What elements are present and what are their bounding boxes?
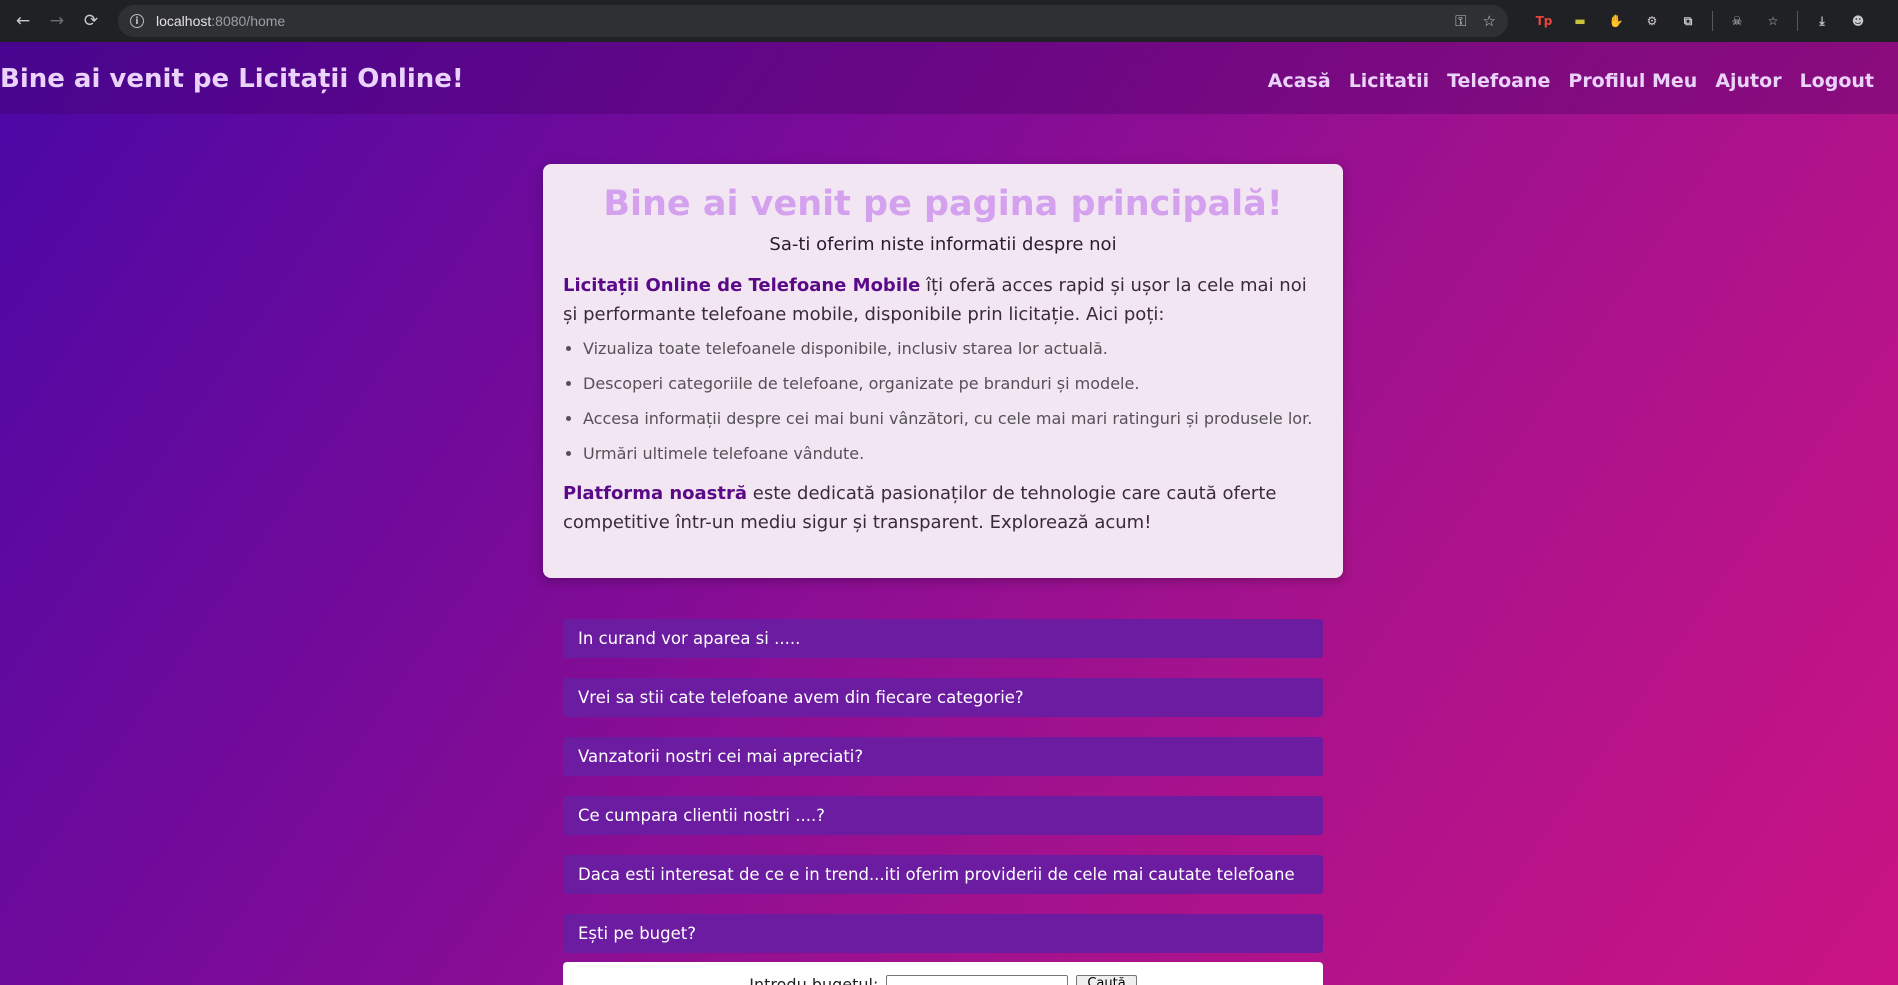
incognito-icon[interactable]: ☠ <box>1726 10 1748 32</box>
budget-input[interactable] <box>886 975 1069 985</box>
outro-paragraph: Platforma noastră este dedicată pasionaț… <box>563 479 1323 537</box>
intro-paragraph: Licitații Online de Telefoane Mobile îți… <box>563 271 1323 329</box>
budget-label: Introdu bugetul: <box>749 975 879 985</box>
main-nav: Acasă Licitatii Telefoane Profilul Meu A… <box>1268 70 1874 92</box>
budget-search-button[interactable]: Caută <box>1076 975 1137 985</box>
puzzle-icon[interactable]: ⧉ <box>1677 10 1699 32</box>
nav-logout[interactable]: Logout <box>1800 70 1874 92</box>
page-title: Bine ai venit pe pagina principală! <box>603 184 1283 224</box>
accordion-upcoming[interactable]: In curand vor aparea si ..... <box>563 619 1323 658</box>
url-path: :8080/home <box>211 13 286 29</box>
site-info-icon[interactable]: i <box>130 14 144 28</box>
browser-toolbar: ← → ⟳ i localhost:8080/home ⚿ ☆ Tp ▬ ✋ ⚙… <box>0 0 1898 42</box>
accordion-top-sellers[interactable]: Vanzatorii nostri cei mai apreciati? <box>563 737 1323 776</box>
accordion-trending-providers[interactable]: Daca esti interesat de ce e in trend...i… <box>563 855 1323 894</box>
nav-profilul-meu[interactable]: Profilul Meu <box>1568 70 1697 92</box>
welcome-card: Bine ai venit pe pagina principală! Sa-t… <box>543 164 1343 578</box>
nav-licitatii[interactable]: Licitatii <box>1349 70 1429 92</box>
profile-avatar-icon[interactable]: ☻ <box>1847 10 1869 32</box>
site-header: Bine ai venit pe Licitații Online! Acasă… <box>0 42 1898 114</box>
bookmarks-icon[interactable]: ☆ <box>1762 10 1784 32</box>
feature-list: Vizualiza toate telefoanele disponibile,… <box>563 339 1323 464</box>
gear-extension-icon[interactable]: ⚙ <box>1641 10 1663 32</box>
toolbar-divider <box>1712 11 1713 31</box>
intro-bold: Licitații Online de Telefoane Mobile <box>563 275 921 296</box>
accordion-category-count[interactable]: Vrei sa stii cate telefoane avem din fie… <box>563 678 1323 717</box>
yellow-extension-icon[interactable]: ▬ <box>1569 10 1591 32</box>
hand-extension-icon[interactable]: ✋ <box>1605 10 1627 32</box>
extensions-area: Tp ▬ ✋ ⚙ ⧉ ☠ ☆ ⤓ ☻ <box>1526 10 1876 32</box>
page-body: Bine ai venit pe Licitații Online! Acasă… <box>0 42 1898 985</box>
outro-bold: Platforma noastră <box>563 483 748 504</box>
url-text[interactable]: localhost:8080/home <box>156 13 285 29</box>
url-host: localhost <box>156 13 212 29</box>
password-key-icon[interactable]: ⚿ <box>1455 12 1466 30</box>
list-item: Descoperi categoriile de telefoane, orga… <box>583 374 1323 394</box>
accordion-client-purchases[interactable]: Ce cumpara clientii nostri ....? <box>563 796 1323 835</box>
forward-icon[interactable]: → <box>40 4 74 38</box>
accordion-budget[interactable]: Ești pe buget? <box>563 914 1323 953</box>
download-icon[interactable]: ⤓ <box>1811 10 1833 32</box>
bookmark-star-icon[interactable]: ☆ <box>1483 12 1496 30</box>
budget-panel: Introdu bugetul: Caută <box>563 962 1323 985</box>
toolbar-divider <box>1797 11 1798 31</box>
nav-ajutor[interactable]: Ajutor <box>1715 70 1781 92</box>
list-item: Urmări ultimele telefoane vândute. <box>583 444 1323 464</box>
list-item: Accesa informații despre cei mai buni vâ… <box>583 409 1323 429</box>
back-icon[interactable]: ← <box>6 4 40 38</box>
list-item: Vizualiza toate telefoanele disponibile,… <box>583 339 1323 359</box>
reload-icon[interactable]: ⟳ <box>74 4 108 38</box>
site-title: Bine ai venit pe Licitații Online! <box>0 64 464 94</box>
welcome-subtitle: Sa-ti oferim niste informatii despre noi <box>769 234 1117 255</box>
nav-acasa[interactable]: Acasă <box>1268 70 1331 92</box>
tp-extension-icon[interactable]: Tp <box>1533 10 1555 32</box>
info-accordion: In curand vor aparea si ..... Vrei sa st… <box>563 619 1323 973</box>
address-bar[interactable]: i localhost:8080/home ⚿ ☆ <box>118 5 1508 37</box>
nav-telefoane[interactable]: Telefoane <box>1447 70 1550 92</box>
